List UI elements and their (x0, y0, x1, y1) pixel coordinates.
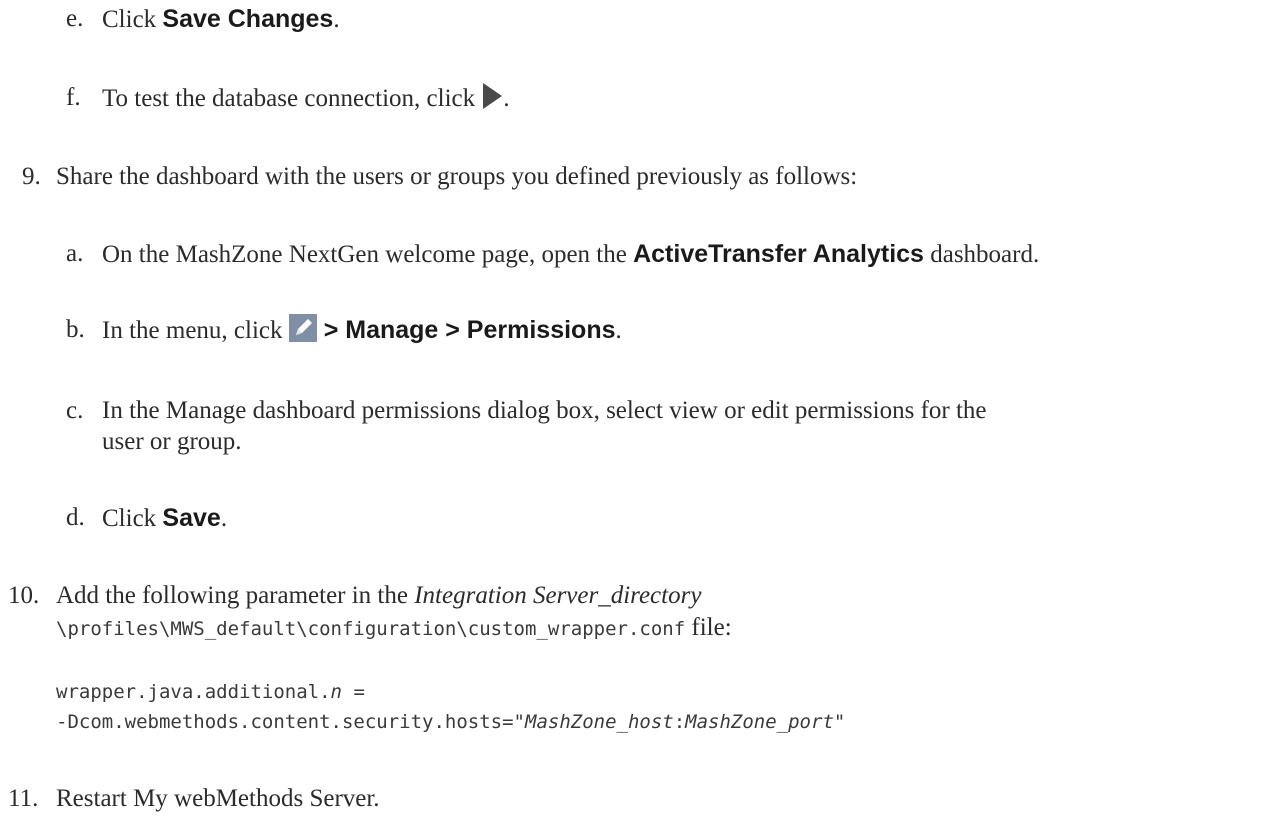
step-11-text: Restart My webMethods Server. (56, 785, 380, 812)
step-c-line2: user or group. (102, 428, 242, 455)
manage-permissions-label: > Manage > Permissions (316, 316, 616, 344)
code-var-n: n (330, 681, 342, 703)
code-var-port: MashZone_port (685, 711, 834, 733)
step-10-text: Add the following parameter in the Integ… (56, 582, 702, 609)
step-10-path-line: \profiles\MWS_default\configuration\cust… (56, 614, 732, 641)
step-e-marker: e. (66, 5, 84, 32)
step-a-marker: a. (66, 240, 84, 267)
step-c-line1: In the Manage dashboard permissions dial… (102, 397, 987, 424)
step-f-text: To test the database connection, click . (102, 82, 510, 115)
step-b-marker: b. (66, 316, 85, 343)
save-label: Save (162, 504, 221, 532)
step-9-marker: 9. (22, 163, 41, 190)
config-file-path: \profiles\MWS_default\configuration\cust… (56, 618, 686, 640)
step-d-marker: d. (66, 504, 85, 531)
play-icon (483, 83, 503, 109)
pencil-icon (288, 314, 317, 342)
step-b-text: In the menu, click > Manage > Permission… (102, 314, 622, 344)
step-e-text: Click Save Changes. (102, 5, 340, 33)
code-var-host: MashZone_host (525, 711, 674, 733)
step-d-text: Click Save. (102, 504, 228, 532)
step-f-marker: f. (66, 84, 81, 111)
code-line-2: -Dcom.webmethods.content.security.hosts=… (56, 711, 846, 733)
step-c-marker: c. (66, 397, 84, 424)
save-changes-label: Save Changes (162, 5, 334, 33)
step-a-text: On the MashZone NextGen welcome page, op… (102, 240, 1040, 268)
integration-server-directory-label: Integration Server_directory (414, 582, 702, 609)
code-line-1: wrapper.java.additional.n = (56, 681, 365, 703)
activetransfer-analytics-label: ActiveTransfer Analytics (633, 240, 924, 268)
step-9-text: Share the dashboard with the users or gr… (56, 163, 858, 190)
step-10-marker: 10. (8, 582, 40, 609)
step-11-marker: 11. (8, 785, 39, 812)
